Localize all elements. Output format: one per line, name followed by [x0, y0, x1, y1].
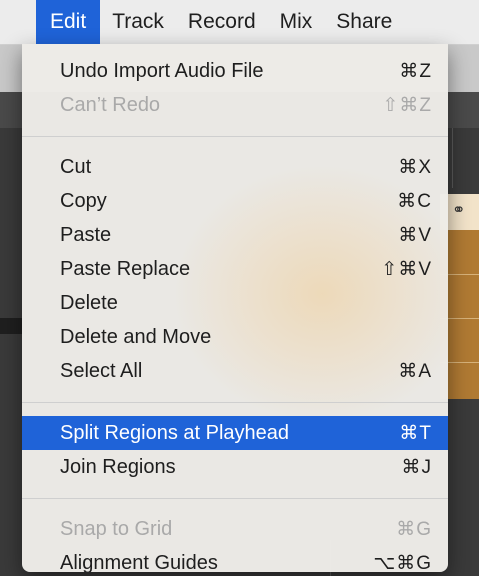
loop-icon: ⚭	[452, 202, 466, 219]
menu-item-join-regions[interactable]: Join Regions ⌘J	[22, 450, 448, 484]
menu-item-shortcut: ⌘G	[396, 518, 432, 540]
menu-item-shortcut: ⌘J	[401, 456, 432, 478]
menu-item-shortcut: ⇧⌘Z	[382, 94, 432, 116]
menu-item-shortcut: ⌥⌘G	[373, 552, 432, 573]
menu-item-shortcut: ⌘T	[399, 422, 432, 444]
menu-item-label: Can’t Redo	[60, 93, 161, 116]
menu-item-redo: Can’t Redo ⇧⌘Z	[22, 88, 448, 122]
menu-item-paste[interactable]: Paste ⌘V	[22, 218, 448, 252]
menu-item-delete-and-move[interactable]: Delete and Move	[22, 320, 448, 354]
menu-item-label: Join Regions	[60, 455, 176, 478]
menu-item-label: Copy	[60, 189, 107, 212]
menu-item-label: Cut	[60, 155, 92, 178]
menu-item-label: Split Regions at Playhead	[60, 421, 290, 444]
menu-item-label: Select All	[60, 359, 143, 382]
menu-item-label: Undo Import Audio File	[60, 59, 264, 82]
menu-item-label: Delete	[60, 291, 118, 314]
menu-edit[interactable]: Edit	[36, 0, 101, 44]
menu-item-undo[interactable]: Undo Import Audio File ⌘Z	[22, 54, 448, 88]
edit-dropdown-menu: Undo Import Audio File ⌘Z Can’t Redo ⇧⌘Z…	[22, 44, 448, 572]
menu-item-snap-to-grid: Snap to Grid ⌘G	[22, 512, 448, 546]
menu-item-shortcut: ⌘V	[398, 224, 432, 246]
menu-track[interactable]: Track	[100, 0, 176, 44]
menu-separator	[22, 402, 448, 403]
menu-share[interactable]: Share	[324, 0, 404, 44]
menu-item-label: Paste Replace	[60, 257, 191, 280]
menu-item-select-all[interactable]: Select All ⌘A	[22, 354, 448, 388]
menu-item-delete[interactable]: Delete	[22, 286, 448, 320]
menu-item-shortcut: ⌘A	[398, 360, 432, 382]
track-header-strip	[0, 318, 22, 334]
menu-item-paste-replace[interactable]: Paste Replace ⇧⌘V	[22, 252, 448, 286]
menu-item-label: Alignment Guides	[60, 551, 218, 573]
menu-item-label: Paste	[60, 223, 112, 246]
menu-item-shortcut: ⌘X	[398, 156, 432, 178]
menu-mix[interactable]: Mix	[268, 0, 325, 44]
grid-line	[452, 128, 453, 188]
menu-record[interactable]: Record	[176, 0, 268, 44]
menu-item-shortcut: ⌘Z	[399, 60, 432, 82]
menu-item-alignment-guides[interactable]: Alignment Guides ⌥⌘G	[22, 546, 448, 573]
menu-item-shortcut: ⇧⌘V	[381, 258, 432, 280]
menu-item-copy[interactable]: Copy ⌘C	[22, 184, 448, 218]
menu-item-split-regions[interactable]: Split Regions at Playhead ⌘T	[22, 416, 448, 450]
menu-separator	[22, 498, 448, 499]
menu-item-label: Snap to Grid	[60, 517, 173, 540]
menu-item-label: Delete and Move	[60, 325, 212, 348]
menu-item-shortcut: ⌘C	[397, 190, 432, 212]
menu-separator	[22, 136, 448, 137]
menu-bar: Edit Track Record Mix Share	[0, 0, 479, 45]
menu-item-cut[interactable]: Cut ⌘X	[22, 150, 448, 184]
